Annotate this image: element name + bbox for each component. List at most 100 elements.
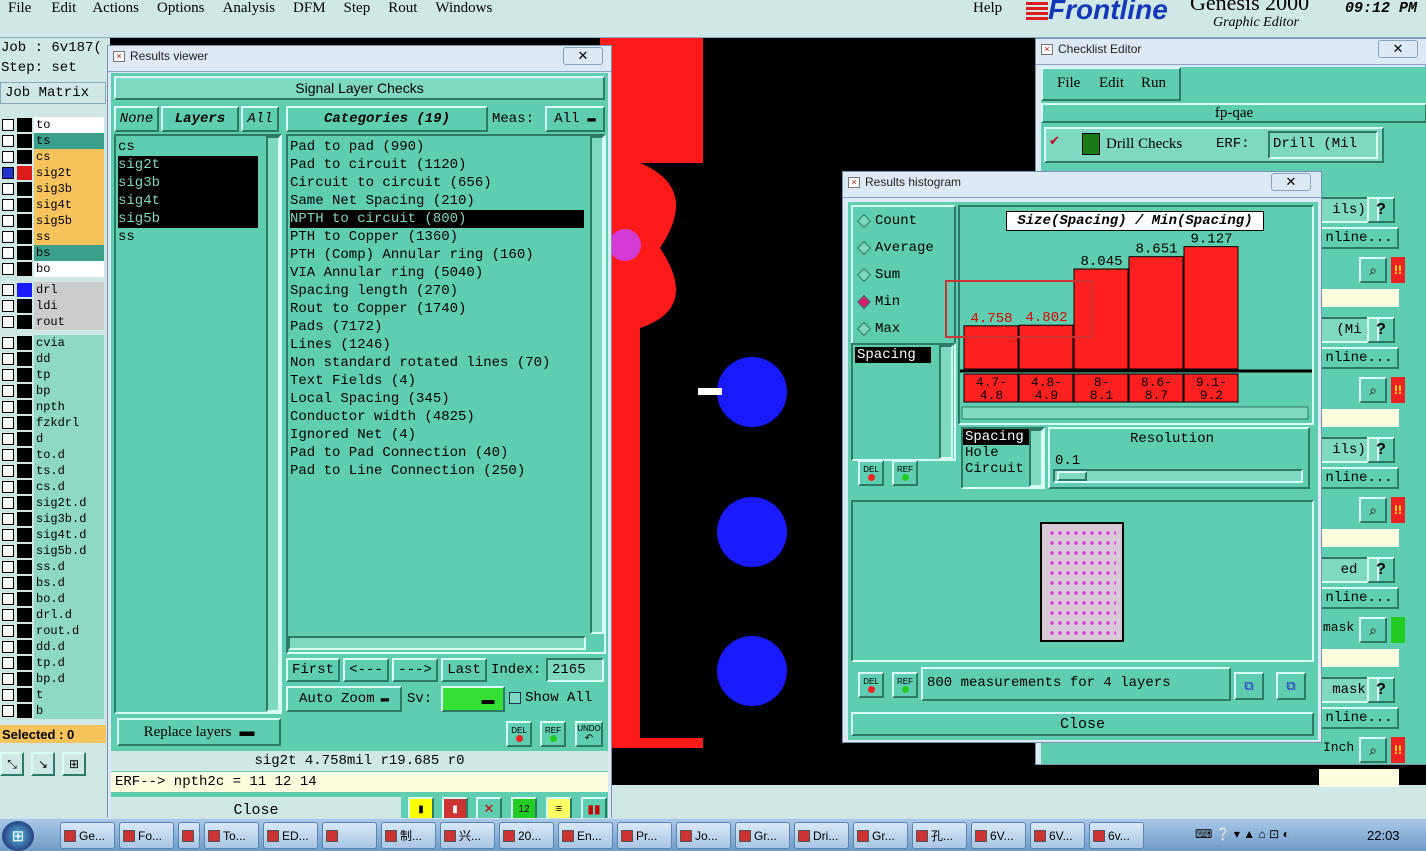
menu-step[interactable]: Step — [344, 0, 371, 17]
layer-checkbox[interactable] — [2, 183, 14, 195]
histogram-bar[interactable] — [1183, 246, 1239, 370]
menu-options[interactable]: Options — [157, 0, 205, 17]
menu-analysis[interactable]: Analysis — [223, 0, 276, 17]
taskbar-item[interactable]: 制... — [381, 822, 436, 849]
layer-list-scrollbar[interactable] — [266, 136, 280, 712]
layer-checkbox[interactable] — [2, 151, 14, 163]
layer-list[interactable]: cs sig2t sig3b sig4t sig5b ss — [114, 134, 282, 714]
layer-row-ldi[interactable]: ldi — [0, 298, 106, 314]
checklist-run-button[interactable]: nline... — [1319, 587, 1399, 609]
layer-checkbox[interactable] — [2, 481, 14, 493]
layer-checkbox[interactable] — [2, 231, 14, 243]
meas-select[interactable]: All ▬ — [545, 106, 605, 132]
checklist-run-button[interactable]: nline... — [1319, 227, 1399, 249]
category-item[interactable]: Conductor width (4825) — [290, 408, 602, 426]
category-item[interactable]: Lines (1246) — [290, 336, 602, 354]
checklist-run-button[interactable]: nline... — [1319, 347, 1399, 369]
layer-checkbox[interactable] — [2, 135, 14, 147]
job-matrix-button[interactable]: Job Matrix — [0, 82, 106, 104]
layer-checkbox[interactable] — [2, 316, 14, 328]
category-item[interactable]: Pad to circuit (1120) — [290, 156, 602, 174]
layer-checkbox[interactable] — [2, 385, 14, 397]
all-layers-button[interactable]: All — [241, 106, 279, 132]
replace-layers-select[interactable]: Replace layers ▬ — [117, 718, 281, 746]
layer-row-b[interactable]: b — [0, 703, 106, 719]
menu-help[interactable]: Help — [973, 0, 1002, 17]
magnifier-icon[interactable]: ⌕ — [1359, 377, 1387, 403]
layer-row-fzkdrl[interactable]: fzkdrl — [0, 415, 106, 431]
layer-checkbox[interactable] — [2, 215, 14, 227]
option-sum[interactable]: Sum — [853, 267, 954, 294]
taskbar-item[interactable]: Gr... — [735, 822, 790, 849]
histogram-scrollbar[interactable] — [961, 406, 1309, 420]
categories-list[interactable]: Pad to pad (990) Pad to circuit (1120) Cir… — [286, 134, 606, 654]
last-button[interactable]: Last — [441, 658, 487, 682]
layer-row-drl.d[interactable]: drl.d — [0, 607, 106, 623]
layer-checkbox[interactable] — [2, 609, 14, 621]
option-average[interactable]: Average — [853, 240, 954, 267]
close-icon[interactable]: ✕ — [1378, 40, 1418, 58]
taskbar-item[interactable]: Dri... — [794, 822, 849, 849]
menu-actions[interactable]: Actions — [92, 0, 139, 17]
hist-del-button[interactable]: DEL — [858, 460, 884, 486]
layer-row-bp[interactable]: bp — [0, 383, 106, 399]
layer-row-ts.d[interactable]: ts.d — [0, 463, 106, 479]
layer-row-to.d[interactable]: to.d — [0, 447, 106, 463]
layer-row-t[interactable]: t — [0, 687, 106, 703]
layer-list-item[interactable]: sig2t — [118, 156, 258, 174]
layer-checkbox[interactable] — [2, 119, 14, 131]
layer-row-dd[interactable]: dd — [0, 351, 106, 367]
taskbar-item[interactable] — [178, 822, 200, 849]
layer-list-item[interactable]: sig4t — [118, 192, 258, 210]
category-item[interactable]: Text Fields (4) — [290, 372, 602, 390]
layer-list-item[interactable]: cs — [118, 138, 278, 156]
category-item[interactable]: Rout to Copper (1740) — [290, 300, 602, 318]
measure-list-scrollbar[interactable] — [939, 345, 953, 459]
layer-row-to[interactable]: to — [0, 117, 106, 133]
layer-row-sig2t[interactable]: sig2t — [0, 165, 106, 181]
layer-row-d[interactable]: d — [0, 431, 106, 447]
ref-button[interactable]: REF — [540, 721, 566, 747]
magnifier-icon[interactable]: ⌕ — [1359, 257, 1387, 283]
help-icon[interactable]: ? — [1367, 437, 1395, 463]
layer-row-sig5b[interactable]: sig5b — [0, 213, 106, 229]
taskbar-item[interactable]: Pr... — [617, 822, 672, 849]
help-icon[interactable]: ? — [1367, 317, 1395, 343]
layer-checkbox[interactable] — [2, 561, 14, 573]
category-item[interactable]: NPTH to circuit (800) — [290, 210, 584, 228]
zoom-in-icon[interactable]: ⧉ — [1234, 672, 1264, 700]
layer-checkbox[interactable] — [2, 641, 14, 653]
measure-box-scrollbar[interactable] — [1029, 429, 1043, 487]
layer-checkbox[interactable] — [2, 284, 14, 296]
layer-checkbox[interactable] — [2, 263, 14, 275]
menu-dfm[interactable]: DFM — [293, 0, 326, 17]
layer-row-cs[interactable]: cs — [0, 149, 106, 165]
categories-button[interactable]: Categories (19) — [286, 106, 488, 132]
undo-button[interactable]: UNDO ↶ — [575, 721, 603, 747]
layer-checkbox[interactable] — [2, 657, 14, 669]
close-icon[interactable]: ✕ — [1271, 173, 1311, 191]
index-input[interactable]: 2165 — [546, 658, 604, 682]
tool-icon-2[interactable]: ↘ — [31, 752, 55, 776]
magnifier-icon[interactable]: ⌕ — [1359, 617, 1387, 643]
zoom-out-icon[interactable]: ⧉ — [1276, 672, 1306, 700]
layer-row-sig3b.d[interactable]: sig3b.d — [0, 511, 106, 527]
menu-windows[interactable]: Windows — [435, 0, 492, 17]
layer-row-bs.d[interactable]: bs.d — [0, 575, 106, 591]
layers-button[interactable]: Layers — [161, 106, 239, 132]
menu-edit[interactable]: Edit — [51, 0, 76, 17]
layer-checkbox[interactable] — [2, 369, 14, 381]
category-item[interactable]: Circuit to circuit (656) — [290, 174, 602, 192]
taskbar-item[interactable]: Gr... — [853, 822, 908, 849]
taskbar-item[interactable]: 20... — [499, 822, 554, 849]
layer-row-tp.d[interactable]: tp.d — [0, 655, 106, 671]
taskbar-item[interactable]: Fo... — [119, 822, 174, 849]
layer-checkbox[interactable] — [2, 577, 14, 589]
option-count[interactable]: Count — [853, 213, 954, 240]
magnifier-icon[interactable]: ⌕ — [1359, 497, 1387, 523]
taskbar-item[interactable]: Jo... — [676, 822, 731, 849]
layer-row-bo[interactable]: bo — [0, 261, 106, 277]
layer-row-cvia[interactable]: cvia — [0, 335, 106, 351]
slider-thumb[interactable] — [1057, 471, 1087, 481]
category-item[interactable]: PTH to Copper (1360) — [290, 228, 602, 246]
